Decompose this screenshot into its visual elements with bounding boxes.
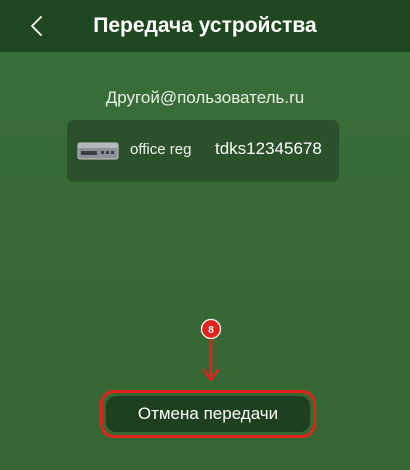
device-serial: tdks12345678	[215, 139, 322, 158]
step-marker-annotation: 8	[200, 318, 222, 382]
dvr-recorder-icon	[77, 142, 119, 160]
header-bar: Передача устройства	[0, 0, 410, 52]
cancel-transfer-label: Отмена передачи	[106, 396, 310, 432]
recipient-email: Другой@пользователь.ru	[105, 88, 305, 107]
device-card: office reg tdks12345678	[67, 120, 339, 182]
step-number: 8	[208, 325, 214, 336]
device-name: office reg	[130, 141, 192, 158]
cancel-transfer-button[interactable]: Отмена передачи	[100, 390, 316, 438]
page-title: Передача устройства	[93, 14, 317, 37]
